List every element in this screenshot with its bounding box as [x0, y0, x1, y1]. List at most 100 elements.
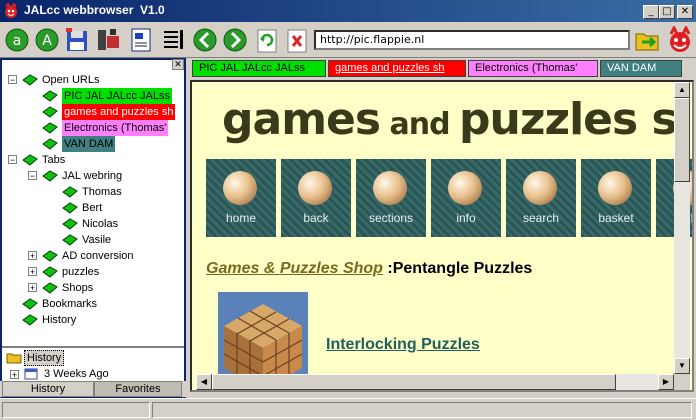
vertical-scrollbar-thumb[interactable] [674, 98, 690, 182]
panel-tabs: History Favorites [0, 381, 186, 397]
green-book-icon [62, 234, 78, 246]
expand-icon[interactable]: + [28, 251, 37, 261]
status-panel [2, 402, 150, 418]
page-heading: games and puzzles s [222, 94, 678, 145]
green-book-icon [42, 266, 58, 278]
tree-label: Thomas [82, 186, 122, 198]
tab-history[interactable]: History [2, 381, 94, 397]
green-book-icon [42, 122, 58, 134]
scroll-corner [674, 374, 690, 390]
tree-label: Nicolas [82, 218, 119, 230]
horizontal-scrollbar-thumb[interactable] [212, 374, 616, 390]
history-folder-icon [6, 353, 22, 364]
nav-label: search [522, 211, 560, 225]
tree-label-highlighted: games and puzzles sh [62, 104, 176, 120]
back-arrow-icon[interactable] [192, 26, 218, 54]
collapse-icon[interactable]: − [8, 75, 17, 85]
stop-icon[interactable] [284, 26, 310, 54]
heading-and: and [380, 107, 460, 142]
close-button[interactable]: ✕ [677, 5, 693, 19]
interlocking-puzzles-link[interactable]: Interlocking Puzzles [326, 336, 480, 354]
calendar-icon [24, 368, 38, 380]
green-book-icon [42, 90, 58, 102]
tree-label: puzzles [62, 266, 100, 278]
green-book-icon [22, 314, 38, 326]
green-book-icon [62, 186, 78, 198]
tab-games-and-puzzles[interactable]: games and puzzles sh [328, 60, 466, 77]
tab-favorites[interactable]: Favorites [94, 381, 182, 397]
expand-icon[interactable]: + [28, 267, 37, 277]
list-icon[interactable] [160, 26, 186, 54]
scroll-left-button[interactable]: ◀ [196, 374, 212, 390]
green-book-icon [42, 138, 58, 150]
green-book-icon [42, 170, 58, 182]
tree-label: JAL webring [62, 170, 123, 182]
shop-link[interactable]: Games & Puzzles Shop [206, 260, 383, 277]
expand-icon[interactable]: + [10, 370, 19, 380]
tree-label-highlighted: VAN DAM [62, 136, 116, 152]
refresh-icon[interactable] [254, 26, 280, 54]
tree-label: Bookmarks [42, 298, 98, 310]
tree-label: History [42, 314, 77, 326]
forward-arrow-icon[interactable] [222, 26, 248, 54]
shop-sep: : [382, 260, 393, 277]
nav-search-button[interactable]: search [506, 159, 576, 237]
nav-label: back [303, 211, 329, 225]
green-book-icon [22, 298, 38, 310]
wooden-ball-icon [598, 171, 632, 205]
tree-label: Open URLs [42, 74, 100, 86]
tab-van-dam[interactable]: VAN DAM [600, 60, 682, 77]
wooden-ball-icon [523, 171, 557, 205]
collapse-icon[interactable]: − [28, 171, 37, 181]
jalcc-face-icon[interactable] [666, 26, 694, 54]
tree-label: Bert [82, 202, 103, 214]
minimize-button[interactable]: _ [643, 5, 659, 19]
heading-games: games [222, 94, 381, 145]
tools-icon[interactable] [96, 26, 122, 54]
history-title[interactable]: History [24, 350, 65, 366]
green-book-icon [22, 74, 38, 86]
expand-icon[interactable]: + [28, 283, 37, 293]
heading-puzzles: puzzles s [459, 94, 678, 145]
scroll-right-button[interactable]: ▶ [658, 374, 674, 390]
nav-sections-button[interactable]: sections [356, 159, 426, 237]
wooden-ball-icon [448, 171, 482, 205]
green-book-icon [42, 282, 58, 294]
scroll-up-button[interactable]: ▲ [674, 82, 690, 98]
address-input[interactable]: http://pic.flappie.nl [314, 30, 630, 50]
svg-text:a: a [13, 33, 22, 49]
tab-electronics[interactable]: Electronics (Thomas' [468, 60, 598, 77]
maximize-button[interactable]: □ [659, 5, 675, 19]
green-book-icon [62, 202, 78, 214]
nav-info-button[interactable]: info [431, 159, 501, 237]
green-book-icon [42, 106, 58, 118]
tab-pic-jal[interactable]: PIC JAL JALcc JALss [192, 60, 326, 77]
nav-label: info [456, 211, 476, 225]
tree-label-highlighted: Electronics (Thomas' [62, 120, 169, 136]
collapse-icon[interactable]: − [8, 155, 17, 165]
history-item[interactable]: 3 Weeks Ago [44, 367, 109, 381]
go-folder-icon[interactable] [634, 26, 662, 54]
wooden-ball-icon [223, 171, 257, 205]
jalcc-face-icon [5, 3, 17, 18]
nav-home-button[interactable]: home [206, 159, 276, 237]
status-bar [0, 398, 696, 420]
a-globe-icon[interactable]: a [4, 26, 30, 54]
a-globe-icon[interactable]: A [34, 26, 60, 54]
nav-back-button[interactable]: back [281, 159, 351, 237]
web-content: games and puzzles s home back sections i… [190, 80, 694, 392]
green-book-icon [22, 154, 38, 166]
nav-basket-button[interactable]: basket [581, 159, 651, 237]
tree-label-highlighted: PIC JAL JALcc JALss [62, 88, 172, 104]
shop-subtitle: Pentangle Puzzles [392, 260, 533, 277]
tree-label: AD conversion [62, 250, 134, 262]
green-book-icon [42, 250, 58, 262]
scroll-down-button[interactable]: ▼ [674, 358, 690, 374]
wooden-ball-icon [298, 171, 332, 205]
save-disk-icon[interactable] [64, 26, 90, 54]
document-icon[interactable] [128, 26, 154, 54]
close-panel-icon[interactable]: ✕ [172, 59, 184, 70]
tree-label: Shops [62, 282, 94, 294]
tree-label: Tabs [42, 154, 66, 166]
title-bar: JALcc webbrowser V1.0 _ □ ✕ [0, 0, 696, 22]
